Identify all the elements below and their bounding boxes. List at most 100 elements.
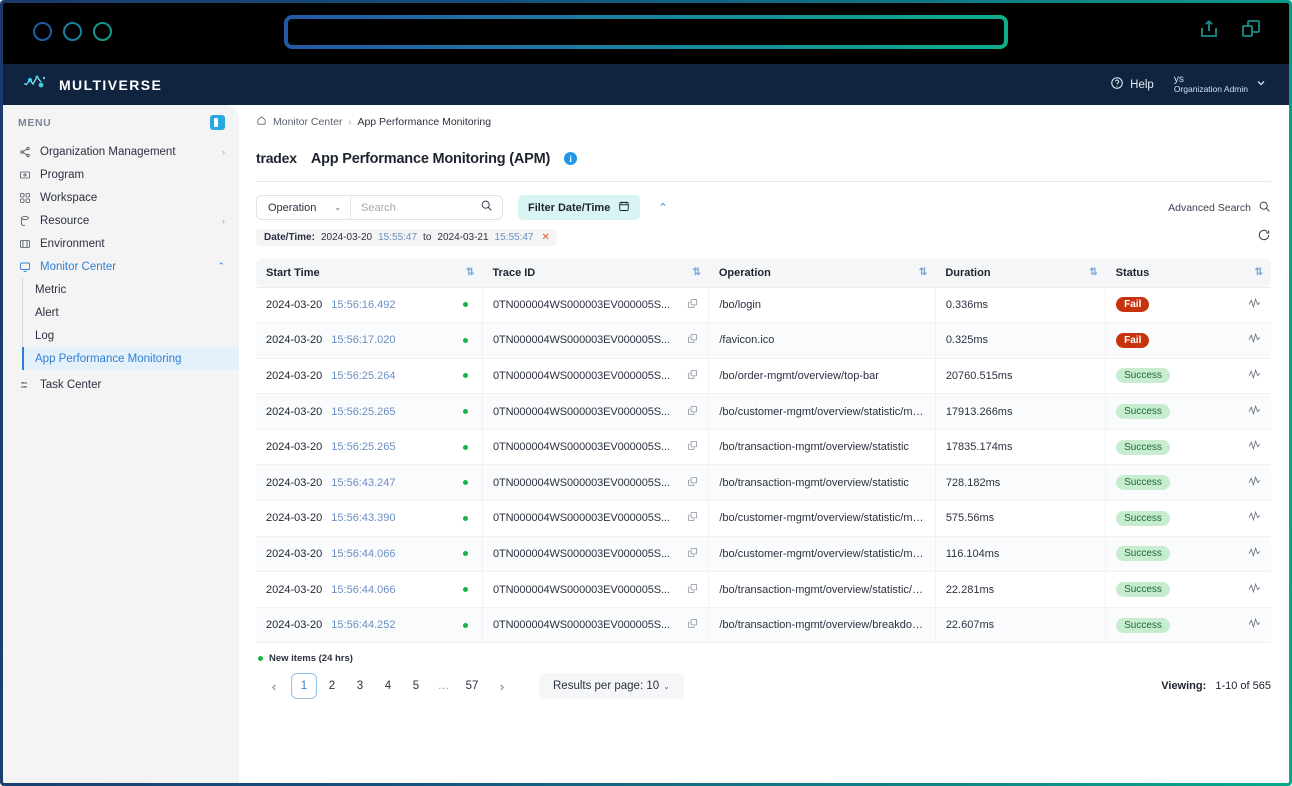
sidebar-item-organization-management[interactable]: Organization Management › xyxy=(3,140,239,163)
sidebar-item-alert[interactable]: Alert xyxy=(23,301,239,324)
results-per-page-select[interactable]: Results per page: 10 ⌄ xyxy=(539,673,684,700)
table-legend: New items (24 hrs) xyxy=(239,643,1289,664)
chevron-down-icon[interactable] xyxy=(1255,76,1267,94)
share-nodes-icon xyxy=(18,145,31,158)
cell-duration: 575.56ms xyxy=(934,500,1106,537)
trace-id-value: 0TN000004WS000003EV000005S... xyxy=(492,298,670,311)
copy-icon[interactable] xyxy=(687,618,698,632)
copy-icon[interactable] xyxy=(687,369,698,383)
collapse-filters-icon[interactable]: ⌃ xyxy=(658,201,667,214)
copy-icon[interactable] xyxy=(687,476,698,490)
brand-logo[interactable]: MULTIVERSE xyxy=(24,73,162,96)
copy-icon[interactable] xyxy=(687,547,698,561)
copy-icon[interactable] xyxy=(687,298,698,312)
activity-pulse-icon[interactable] xyxy=(1248,475,1261,491)
sidebar-item-resource[interactable]: Resource › xyxy=(3,209,239,232)
copy-icon[interactable] xyxy=(687,440,698,454)
browser-url-bar[interactable] xyxy=(284,15,1008,49)
breadcrumb-item-monitor-center[interactable]: Monitor Center xyxy=(273,116,342,128)
refresh-icon[interactable] xyxy=(1257,228,1271,247)
sort-updown-icon[interactable]: ⇅ xyxy=(919,267,928,278)
panel-collapse-icon[interactable] xyxy=(210,115,225,130)
column-label: Duration xyxy=(945,266,991,279)
cell-duration: 116.104ms xyxy=(934,536,1106,573)
pagination-page-2[interactable]: 2 xyxy=(319,673,345,699)
search-icon[interactable] xyxy=(1258,200,1271,216)
activity-pulse-icon[interactable] xyxy=(1248,439,1261,455)
pagination-page-5[interactable]: 5 xyxy=(403,673,429,699)
column-header-operation[interactable]: Operation ⇅ xyxy=(708,259,936,288)
new-item-dot-icon xyxy=(462,337,468,343)
start-date: 2024-03-20 xyxy=(266,476,323,489)
column-header-duration[interactable]: Duration ⇅ xyxy=(935,259,1106,288)
sidebar-item-metric[interactable]: Metric xyxy=(23,278,239,301)
activity-pulse-icon[interactable] xyxy=(1248,297,1261,313)
cell-status: Success xyxy=(1105,393,1271,430)
table-row[interactable]: 2024-03-20 15:56:44.252 0TN000004WS000003E… xyxy=(256,607,1271,644)
viewing-summary: Viewing: 1-10 of 565 xyxy=(1161,680,1271,692)
table-row[interactable]: 2024-03-20 15:56:44.066 0TN000004WS000003E… xyxy=(256,536,1271,573)
share-upload-icon[interactable] xyxy=(1197,17,1221,41)
sort-updown-icon[interactable]: ⇅ xyxy=(1089,267,1098,278)
info-icon[interactable]: i xyxy=(564,152,578,165)
user-menu[interactable]: ys Organization Admin xyxy=(1174,74,1267,94)
activity-pulse-icon[interactable] xyxy=(1248,510,1261,526)
activity-pulse-icon[interactable] xyxy=(1248,404,1261,420)
table-row[interactable]: 2024-03-20 15:56:25.265 0TN000004WS000003E… xyxy=(256,429,1271,466)
copy-windows-icon[interactable] xyxy=(1239,17,1263,41)
cell-status: Success xyxy=(1105,464,1271,502)
activity-pulse-icon[interactable] xyxy=(1248,546,1261,562)
copy-icon[interactable] xyxy=(687,583,698,597)
sidebar-item-monitor-center[interactable]: Monitor Center ⌃ xyxy=(3,255,239,278)
column-label: Trace ID xyxy=(492,266,536,279)
pagination-page-3[interactable]: 3 xyxy=(347,673,373,699)
column-header-start-time[interactable]: Start Time ⇅ xyxy=(256,259,483,288)
sidebar-item-environment[interactable]: Environment xyxy=(3,232,239,255)
sidebar-item-app-performance-monitoring[interactable]: App Performance Monitoring xyxy=(22,347,239,370)
table-row[interactable]: 2024-03-20 15:56:44.066 0TN000004WS000003E… xyxy=(256,571,1271,608)
pagination-prev-button[interactable]: ‹ xyxy=(259,673,289,699)
sidebar-item-task-center[interactable]: Task Center xyxy=(3,373,239,396)
sidebar-item-label: Environment xyxy=(40,237,105,250)
copy-icon[interactable] xyxy=(687,333,698,347)
column-header-status[interactable]: Status ⇅ xyxy=(1105,259,1271,288)
table-row[interactable]: 2024-03-20 15:56:43.390 0TN000004WS000003E… xyxy=(256,500,1271,537)
copy-icon[interactable] xyxy=(687,405,698,419)
activity-pulse-icon[interactable] xyxy=(1248,368,1261,384)
sidebar-item-workspace[interactable]: Workspace xyxy=(3,186,239,209)
sidebar-item-program[interactable]: Program xyxy=(3,163,239,186)
table-row[interactable]: 2024-03-20 15:56:17.020 0TN000004WS000003E… xyxy=(256,322,1271,359)
window-maximize-button[interactable] xyxy=(93,22,112,41)
close-icon[interactable]: ✕ xyxy=(541,232,549,243)
table-row[interactable]: 2024-03-20 15:56:25.264 0TN000004WS000003E… xyxy=(256,358,1271,395)
pagination-page-4[interactable]: 4 xyxy=(375,673,401,699)
copy-icon[interactable] xyxy=(687,511,698,525)
activity-pulse-icon[interactable] xyxy=(1248,617,1261,633)
column-header-trace-id[interactable]: Trace ID ⇅ xyxy=(482,259,709,288)
pagination-page-1[interactable]: 1 xyxy=(291,673,317,700)
pagination-page-57[interactable]: 57 xyxy=(459,673,485,699)
window-minimize-button[interactable] xyxy=(63,22,82,41)
activity-pulse-icon[interactable] xyxy=(1248,582,1261,598)
field-select[interactable]: Operation ⌄ xyxy=(257,196,352,219)
search-icon[interactable] xyxy=(480,199,493,217)
sidebar-item-log[interactable]: Log xyxy=(23,324,239,347)
sort-updown-icon[interactable]: ⇅ xyxy=(1255,267,1264,278)
sort-updown-icon[interactable]: ⇅ xyxy=(692,267,701,278)
window-close-button[interactable] xyxy=(33,22,52,41)
sort-updown-icon[interactable]: ⇅ xyxy=(466,267,475,278)
home-icon[interactable] xyxy=(256,115,267,129)
search-input[interactable]: Search xyxy=(361,202,396,214)
table-row[interactable]: 2024-03-20 15:56:25.265 0TN000004WS000003E… xyxy=(256,393,1271,430)
cell-duration: 17835.174ms xyxy=(934,429,1106,466)
cell-trace-id: 0TN000004WS000003EV000005S... xyxy=(481,358,709,395)
activity-pulse-icon[interactable] xyxy=(1248,332,1261,348)
start-date: 2024-03-20 xyxy=(266,547,323,560)
advanced-search-button[interactable]: Advanced Search xyxy=(1168,200,1271,216)
pagination-next-button[interactable]: › xyxy=(487,673,517,699)
table-row[interactable]: 2024-03-20 15:56:16.492 0TN000004WS000003E… xyxy=(256,287,1271,324)
filter-datetime-button[interactable]: Filter Date/Time xyxy=(518,195,641,220)
help-button[interactable]: Help xyxy=(1110,76,1154,93)
table-row[interactable]: 2024-03-20 15:56:43.247 0TN000004WS000003E… xyxy=(256,464,1271,502)
new-item-dot-icon xyxy=(462,587,468,593)
